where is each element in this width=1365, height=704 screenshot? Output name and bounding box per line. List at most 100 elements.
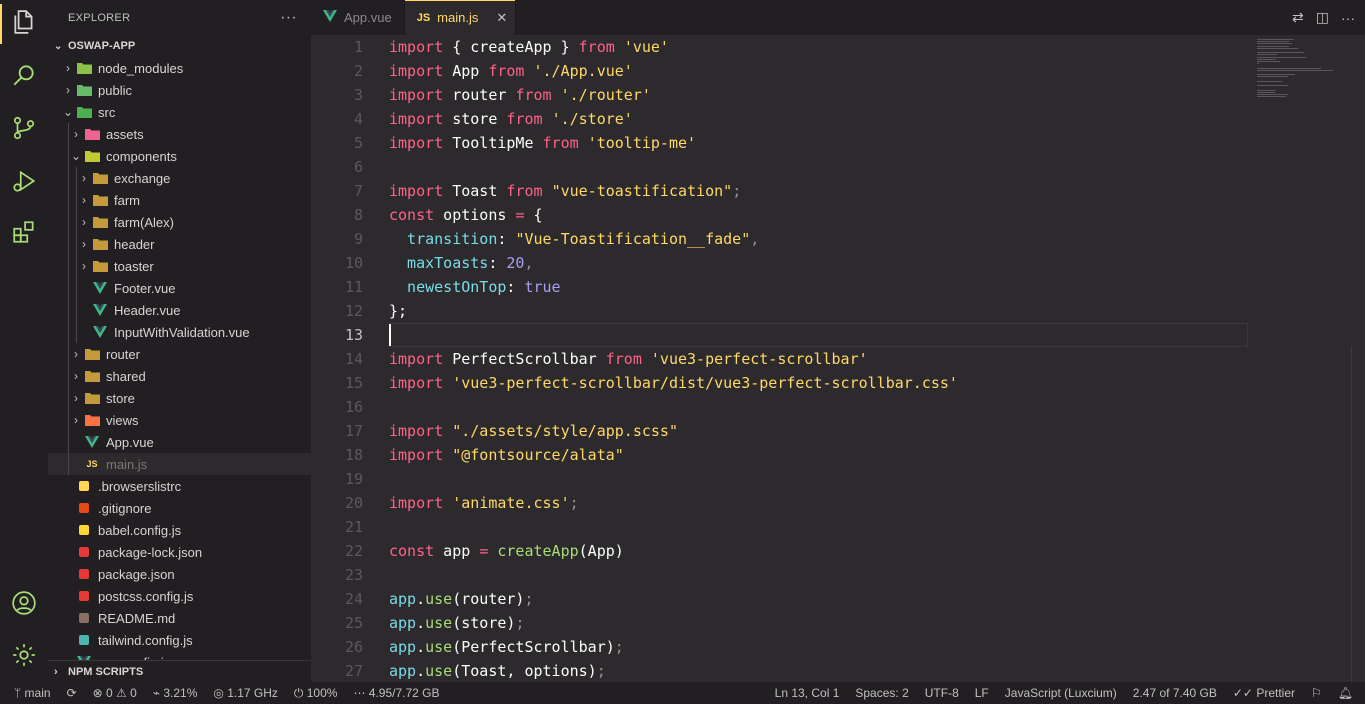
branch-indicator[interactable]: ᛘ main: [0, 686, 59, 700]
code-line[interactable]: 6: [311, 155, 1251, 179]
code-line[interactable]: 14 import PerfectScrollbar from 'vue3-per…: [311, 347, 1251, 371]
tree-item[interactable]: App.vue: [48, 431, 311, 453]
tree-item[interactable]: ⌄ components: [48, 145, 311, 167]
code-line[interactable]: 20 import 'animate.css';: [311, 491, 1251, 515]
tree-item[interactable]: › exchange: [48, 167, 311, 189]
code-line[interactable]: 1 import { createApp } from 'vue': [311, 35, 1251, 59]
code-line[interactable]: 11 newestOnTop: true: [311, 275, 1251, 299]
tree-item[interactable]: README.md: [48, 607, 311, 629]
sync-icon[interactable]: ⟳: [59, 686, 85, 700]
tree-item[interactable]: .gitignore: [48, 497, 311, 519]
settings-gear-icon[interactable]: [8, 639, 40, 671]
folder-icon: [92, 171, 108, 185]
code-line[interactable]: 15 import 'vue3-perfect-scrollbar/dist/vu…: [311, 371, 1251, 395]
code-line[interactable]: 3 import router from './router': [311, 83, 1251, 107]
tree-item[interactable]: babel.config.js: [48, 519, 311, 541]
open-changes-icon[interactable]: ⇄: [1292, 9, 1304, 26]
code-line[interactable]: 8 const options = {: [311, 203, 1251, 227]
code-line[interactable]: 22 const app = createApp(App): [311, 539, 1251, 563]
minimap[interactable]: [1255, 35, 1355, 682]
code-line[interactable]: 27 app.use(Toast, options);: [311, 659, 1251, 682]
minimap-line: [1257, 45, 1290, 47]
code-line[interactable]: 5 import TooltipMe from 'tooltip-me': [311, 131, 1251, 155]
notifications-icon[interactable]: 🔔︎: [1330, 686, 1365, 700]
explorer-icon[interactable]: [8, 6, 40, 38]
code-token: import: [389, 446, 444, 464]
code-line[interactable]: 17 import "./assets/style/app.scss": [311, 419, 1251, 443]
extensions-icon[interactable]: [8, 216, 40, 248]
tree-item-label: views: [106, 412, 139, 428]
code-token: (store): [452, 614, 516, 632]
code-line[interactable]: 10 maxToasts: 20,: [311, 251, 1251, 275]
tree-item[interactable]: › toaster: [48, 255, 311, 277]
tree-item[interactable]: › farm(Alex): [48, 211, 311, 233]
more-actions-icon[interactable]: ···: [1341, 10, 1355, 26]
tree-item[interactable]: › router: [48, 343, 311, 365]
cursor-position[interactable]: Ln 13, Col 1: [767, 686, 848, 700]
problems-indicator[interactable]: ⊗ 0 ⚠ 0: [85, 686, 145, 700]
close-icon[interactable]: ✕: [496, 10, 507, 26]
language-mode[interactable]: JavaScript (Luxcium): [997, 686, 1125, 700]
split-editor-icon[interactable]: ◫: [1316, 9, 1329, 26]
tree-item[interactable]: › store: [48, 387, 311, 409]
tree-item[interactable]: .browserslistrc: [48, 475, 311, 497]
feedback-icon[interactable]: ⚐: [1303, 686, 1330, 700]
encoding[interactable]: UTF-8: [917, 686, 967, 700]
tree-item[interactable]: package-lock.json: [48, 541, 311, 563]
tree-item[interactable]: › farm: [48, 189, 311, 211]
tree-item[interactable]: Header.vue: [48, 299, 311, 321]
tree-item[interactable]: vue.config.js: [48, 651, 311, 660]
code-token: from: [605, 350, 642, 368]
tree-item[interactable]: ⌄ src: [48, 101, 311, 123]
prettier-status[interactable]: ✓✓ Prettier: [1225, 686, 1303, 700]
tree-item[interactable]: JS main.js: [48, 453, 311, 475]
run-debug-icon[interactable]: [8, 165, 40, 197]
editor-actions: ⇄ ◫ ···: [1292, 0, 1355, 35]
tree-item[interactable]: › header: [48, 233, 311, 255]
code-line[interactable]: 25 app.use(store);: [311, 611, 1251, 635]
code-line[interactable]: 21: [311, 515, 1251, 539]
tree-item[interactable]: › views: [48, 409, 311, 431]
browserslist-icon: [76, 479, 92, 493]
more-actions-icon[interactable]: ···: [280, 9, 297, 27]
tree-item-label: main.js: [106, 456, 148, 472]
tree-item[interactable]: tailwind.config.js: [48, 629, 311, 651]
tab-main-js[interactable]: JS main.js ✕: [404, 0, 517, 35]
project-root[interactable]: ⌄ OSWAP-APP: [48, 35, 311, 57]
code-line[interactable]: 23: [311, 563, 1251, 587]
code-line[interactable]: 2 import App from './App.vue': [311, 59, 1251, 83]
tree-item[interactable]: › assets: [48, 123, 311, 145]
code-line[interactable]: 13: [311, 323, 1251, 347]
source-control-icon[interactable]: [8, 112, 40, 144]
end-of-line[interactable]: LF: [967, 686, 997, 700]
chevron-right-icon: ›: [74, 127, 78, 141]
code-line[interactable]: 18 import "@fontsource/alata": [311, 443, 1251, 467]
tab-app-vue[interactable]: App.vue: [311, 0, 405, 35]
indentation[interactable]: Spaces: 2: [847, 686, 916, 700]
tree-item[interactable]: InputWithValidation.vue: [48, 321, 311, 343]
search-icon[interactable]: [8, 59, 40, 91]
tree-item[interactable]: Footer.vue: [48, 277, 311, 299]
vertical-scrollbar[interactable]: [1351, 346, 1352, 682]
line-code: app.use(router);: [389, 587, 534, 611]
code-line[interactable]: 19: [311, 467, 1251, 491]
code-line[interactable]: 26 app.use(PerfectScrollbar);: [311, 635, 1251, 659]
chevron-right-icon: ›: [74, 413, 78, 427]
account-icon[interactable]: [8, 587, 40, 619]
tree-item[interactable]: › node_modules: [48, 57, 311, 79]
code-line[interactable]: 9 transition: "Vue-Toastification__fade"…: [311, 227, 1251, 251]
code-line[interactable]: 24 app.use(router);: [311, 587, 1251, 611]
code-line[interactable]: 12};: [311, 299, 1251, 323]
code-line[interactable]: 16: [311, 395, 1251, 419]
npm-scripts-section[interactable]: › NPM SCRIPTS: [48, 660, 311, 682]
code-editor[interactable]: 1 import { createApp } from 'vue' 2 import …: [311, 35, 1365, 682]
code-token: ;: [614, 638, 624, 656]
tree-item[interactable]: › public: [48, 79, 311, 101]
tree-item[interactable]: › shared: [48, 365, 311, 387]
code-line[interactable]: 7 import Toast from "vue-toastification";: [311, 179, 1251, 203]
tree-item[interactable]: package.json: [48, 563, 311, 585]
code-line[interactable]: 4 import store from './store': [311, 107, 1251, 131]
tree-item[interactable]: postcss.config.js: [48, 585, 311, 607]
